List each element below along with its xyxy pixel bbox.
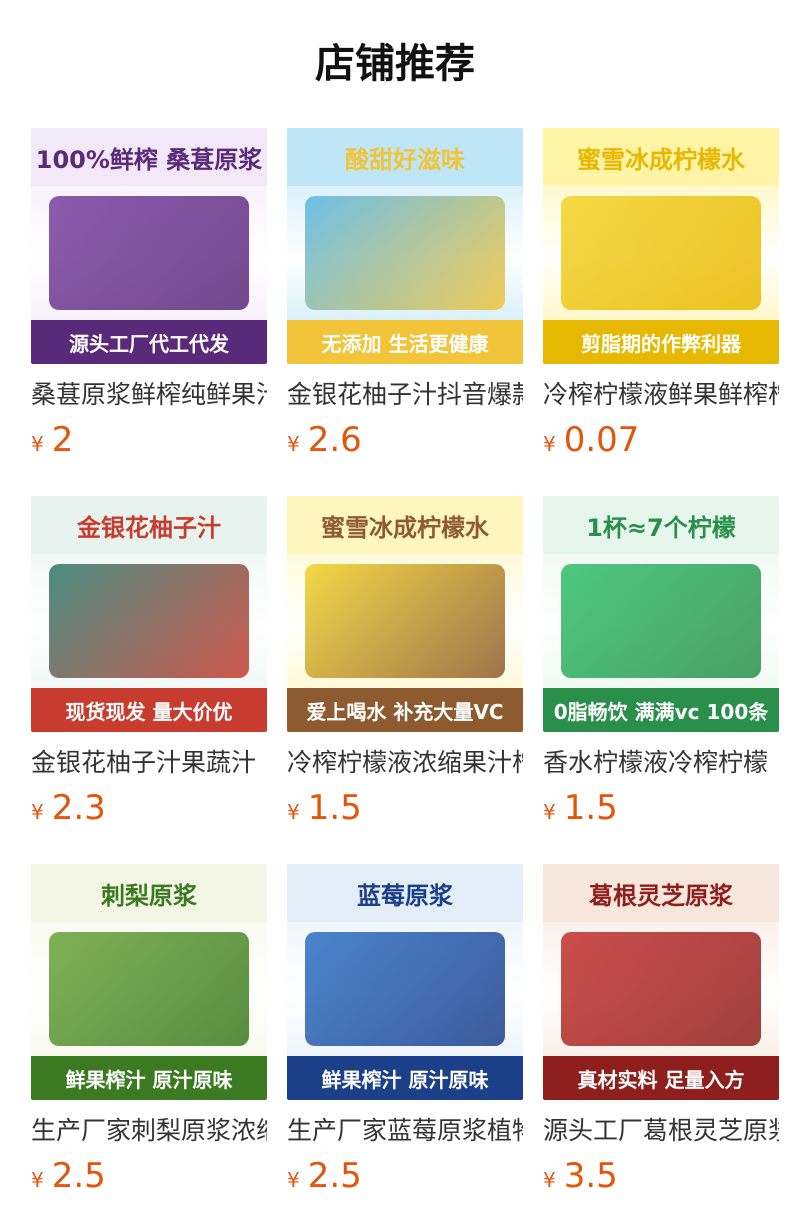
currency-symbol: ¥ bbox=[543, 432, 556, 456]
product-price: 0.07 bbox=[563, 420, 640, 460]
currency-symbol: ¥ bbox=[543, 1168, 556, 1192]
image-tagline: 真材实料 足量入方 bbox=[543, 1056, 779, 1100]
product-price: 2.6 bbox=[307, 420, 362, 460]
page-title: 店铺推荐 bbox=[315, 41, 475, 87]
product-card[interactable]: 蜜雪冰成柠檬水剪脂期的作弊利器冷榨柠檬液鲜果鲜榨柠 ¥0.07 bbox=[543, 128, 779, 468]
product-name[interactable]: 桑葚原浆鲜榨纯鲜果汁 bbox=[31, 378, 267, 412]
product-package bbox=[49, 564, 249, 678]
product-package bbox=[305, 932, 505, 1046]
price-row: ¥2.5 bbox=[287, 1156, 523, 1196]
image-headline: 刺梨原浆 bbox=[31, 864, 267, 922]
product-package bbox=[561, 564, 761, 678]
currency-symbol: ¥ bbox=[31, 1168, 44, 1192]
product-price: 2.5 bbox=[307, 1156, 362, 1196]
product-name[interactable]: 金银花柚子汁抖音爆款 bbox=[287, 378, 523, 412]
product-price: 1.5 bbox=[307, 788, 362, 828]
price-row: ¥2.6 bbox=[287, 420, 523, 460]
product-image[interactable]: 蜜雪冰成柠檬水爱上喝水 补充大量VC bbox=[287, 496, 523, 732]
product-price: 3.5 bbox=[563, 1156, 618, 1196]
image-headline: 蜜雪冰成柠檬水 bbox=[287, 496, 523, 554]
image-tagline: 剪脂期的作弊利器 bbox=[543, 320, 779, 364]
price-row: ¥0.07 bbox=[543, 420, 779, 460]
product-name[interactable]: 生产厂家蓝莓原浆植物 bbox=[287, 1114, 523, 1148]
product-card[interactable]: 蓝莓原浆鲜果榨汁 原汁原味生产厂家蓝莓原浆植物 ¥2.5 bbox=[287, 864, 523, 1204]
product-image[interactable]: 蓝莓原浆鲜果榨汁 原汁原味 bbox=[287, 864, 523, 1100]
product-price: 2 bbox=[51, 420, 74, 460]
product-package bbox=[561, 932, 761, 1046]
image-tagline: 源头工厂代工代发 bbox=[31, 320, 267, 364]
product-package bbox=[561, 196, 761, 310]
image-headline: 金银花柚子汁 bbox=[31, 496, 267, 554]
currency-symbol: ¥ bbox=[287, 1168, 300, 1192]
image-headline: 酸甜好滋味 bbox=[287, 128, 523, 186]
price-row: ¥3.5 bbox=[543, 1156, 779, 1196]
product-name[interactable]: 冷榨柠檬液浓缩果汁柠 bbox=[287, 746, 523, 780]
product-card[interactable]: 葛根灵芝原浆真材实料 足量入方源头工厂葛根灵芝原浆 ¥3.5 bbox=[543, 864, 779, 1204]
price-row: ¥2.3 bbox=[31, 788, 267, 828]
product-price: 2.5 bbox=[51, 1156, 106, 1196]
product-price: 2.3 bbox=[51, 788, 106, 828]
currency-symbol: ¥ bbox=[31, 432, 44, 456]
product-card[interactable]: 刺梨原浆鲜果榨汁 原汁原味生产厂家刺梨原浆浓缩 ¥2.5 bbox=[31, 864, 267, 1204]
image-headline: 蓝莓原浆 bbox=[287, 864, 523, 922]
image-tagline: 鲜果榨汁 原汁原味 bbox=[287, 1056, 523, 1100]
currency-symbol: ¥ bbox=[543, 800, 556, 824]
image-headline: 100%鲜榨 桑葚原浆 bbox=[31, 128, 267, 186]
product-name[interactable]: 冷榨柠檬液鲜果鲜榨柠 bbox=[543, 378, 779, 412]
price-row: ¥1.5 bbox=[543, 788, 779, 828]
product-image[interactable]: 蜜雪冰成柠檬水剪脂期的作弊利器 bbox=[543, 128, 779, 364]
currency-symbol: ¥ bbox=[287, 800, 300, 824]
image-tagline: 现货现发 量大价优 bbox=[31, 688, 267, 732]
product-card[interactable]: 1杯≈7个柠檬 0脂畅饮 满满vc 100条香水柠檬液冷榨柠檬 ¥1.5 bbox=[543, 496, 779, 836]
product-price: 1.5 bbox=[563, 788, 618, 828]
image-tagline: 0脂畅饮 满满vc 100条 bbox=[543, 688, 779, 732]
product-image[interactable]: 金银花柚子汁现货现发 量大价优 bbox=[31, 496, 267, 732]
product-card[interactable]: 酸甜好滋味无添加 生活更健康金银花柚子汁抖音爆款 ¥2.6 bbox=[287, 128, 523, 468]
currency-symbol: ¥ bbox=[287, 432, 300, 456]
product-image[interactable]: 葛根灵芝原浆真材实料 足量入方 bbox=[543, 864, 779, 1100]
product-card[interactable]: 100%鲜榨 桑葚原浆源头工厂代工代发桑葚原浆鲜榨纯鲜果汁 ¥2 bbox=[31, 128, 267, 468]
price-row: ¥2.5 bbox=[31, 1156, 267, 1196]
price-row: ¥2 bbox=[31, 420, 267, 460]
image-headline: 蜜雪冰成柠檬水 bbox=[543, 128, 779, 186]
product-card[interactable]: 金银花柚子汁现货现发 量大价优金银花柚子汁果蔬汁 ¥2.3 bbox=[31, 496, 267, 836]
product-package bbox=[49, 196, 249, 310]
product-image[interactable]: 刺梨原浆鲜果榨汁 原汁原味 bbox=[31, 864, 267, 1100]
product-name[interactable]: 香水柠檬液冷榨柠檬 bbox=[543, 746, 779, 780]
image-headline: 葛根灵芝原浆 bbox=[543, 864, 779, 922]
product-name[interactable]: 生产厂家刺梨原浆浓缩 bbox=[31, 1114, 267, 1148]
product-card[interactable]: 蜜雪冰成柠檬水爱上喝水 补充大量VC 冷榨柠檬液浓缩果汁柠 ¥1.5 bbox=[287, 496, 523, 836]
product-image[interactable]: 酸甜好滋味无添加 生活更健康 bbox=[287, 128, 523, 364]
product-image[interactable]: 1杯≈7个柠檬 0脂畅饮 满满vc 100条 bbox=[543, 496, 779, 732]
price-row: ¥1.5 bbox=[287, 788, 523, 828]
product-image[interactable]: 100%鲜榨 桑葚原浆源头工厂代工代发 bbox=[31, 128, 267, 364]
image-tagline: 爱上喝水 补充大量VC bbox=[287, 688, 523, 732]
product-package bbox=[305, 196, 505, 310]
product-package bbox=[305, 564, 505, 678]
product-package bbox=[49, 932, 249, 1046]
image-headline: 1杯≈7个柠檬 bbox=[543, 496, 779, 554]
currency-symbol: ¥ bbox=[31, 800, 44, 824]
product-name[interactable]: 源头工厂葛根灵芝原浆 bbox=[543, 1114, 779, 1148]
image-tagline: 无添加 生活更健康 bbox=[287, 320, 523, 364]
product-name[interactable]: 金银花柚子汁果蔬汁 bbox=[31, 746, 267, 780]
image-tagline: 鲜果榨汁 原汁原味 bbox=[31, 1056, 267, 1100]
